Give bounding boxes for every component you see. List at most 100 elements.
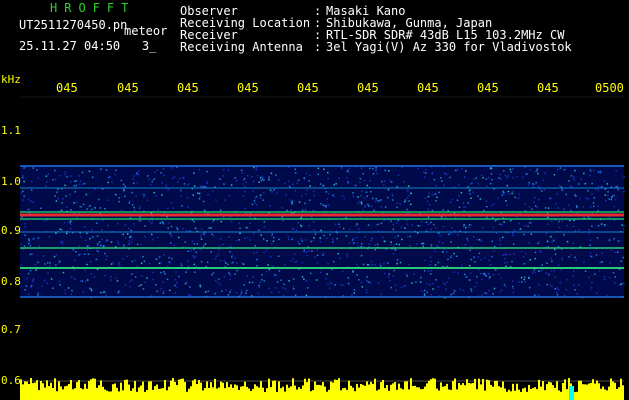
- noise-pixel: [442, 209, 444, 211]
- noise-pixel: [560, 269, 563, 271]
- noise-pixel: [92, 236, 94, 238]
- noise-pixel: [95, 258, 98, 261]
- noise-pixel: [499, 244, 501, 246]
- noise-pixel: [109, 176, 111, 178]
- amplitude-bar: [140, 385, 142, 400]
- noise-pixel: [512, 234, 514, 237]
- noise-pixel: [424, 289, 426, 292]
- noise-pixel: [107, 224, 109, 227]
- noise-pixel: [194, 271, 196, 273]
- noise-pixel: [311, 250, 313, 252]
- noise-pixel: [522, 176, 524, 179]
- noise-pixel: [320, 203, 322, 205]
- amplitude-bar: [228, 387, 230, 400]
- noise-pixel: [325, 191, 328, 193]
- noise-pixel: [90, 273, 92, 275]
- amplitude-bar: [86, 388, 88, 400]
- noise-pixel: [524, 203, 527, 206]
- noise-pixel: [21, 176, 24, 179]
- noise-pixel: [611, 195, 613, 197]
- noise-pixel: [430, 260, 432, 263]
- amplitude-bar: [292, 378, 294, 400]
- noise-pixel: [244, 208, 246, 210]
- amplitude-bar: [246, 386, 248, 400]
- noise-pixel: [138, 285, 140, 287]
- noise-pixel: [597, 225, 600, 227]
- noise-pixel: [252, 276, 254, 278]
- noise-pixel: [473, 178, 475, 180]
- time-tick: 0500: [595, 81, 624, 95]
- noise-pixel: [477, 183, 480, 185]
- noise-pixel: [100, 291, 102, 294]
- noise-pixel: [453, 230, 456, 232]
- noise-pixel: [426, 283, 428, 285]
- noise-pixel: [582, 206, 584, 208]
- noise-pixel: [540, 270, 543, 272]
- noise-pixel: [372, 167, 374, 170]
- noise-pixel: [572, 242, 575, 244]
- amplitude-bar: [394, 382, 396, 400]
- noise-pixel: [126, 255, 128, 258]
- noise-pixel: [425, 172, 427, 174]
- noise-pixel: [329, 282, 332, 284]
- noise-pixel: [55, 264, 57, 266]
- amplitude-bar: [256, 386, 258, 400]
- noise-pixel: [479, 198, 482, 200]
- noise-pixel: [563, 234, 565, 236]
- noise-pixel: [413, 273, 415, 275]
- amplitude-bar: [458, 383, 460, 400]
- noise-pixel: [199, 195, 201, 198]
- noise-pixel: [249, 222, 251, 224]
- noise-pixel: [303, 249, 305, 251]
- noise-pixel: [387, 188, 390, 191]
- amplitude-bar: [608, 386, 610, 400]
- noise-pixel: [608, 239, 611, 241]
- noise-pixel: [465, 170, 467, 172]
- noise-pixel: [375, 169, 378, 171]
- noise-pixel: [592, 202, 595, 204]
- noise-pixel: [548, 197, 550, 199]
- noise-pixel: [118, 200, 120, 203]
- noise-pixel: [601, 252, 603, 254]
- noise-pixel: [190, 249, 192, 252]
- noise-pixel: [329, 233, 331, 236]
- noise-pixel: [623, 225, 625, 227]
- noise-pixel: [408, 185, 410, 187]
- noise-pixel: [255, 195, 258, 198]
- noise-pixel: [294, 190, 296, 192]
- noise-pixel: [450, 201, 452, 203]
- noise-pixel: [86, 263, 88, 266]
- noise-pixel: [70, 227, 72, 230]
- noise-pixel: [163, 290, 165, 292]
- noise-pixel: [222, 243, 224, 246]
- noise-pixel: [46, 181, 48, 183]
- amplitude-bar: [424, 386, 426, 400]
- noise-pixel: [114, 173, 116, 176]
- noise-pixel: [49, 265, 51, 267]
- noise-pixel: [198, 198, 201, 200]
- amplitude-bar: [428, 380, 430, 400]
- noise-pixel: [132, 178, 134, 180]
- noise-pixel: [574, 289, 576, 291]
- noise-pixel: [509, 168, 512, 171]
- amplitude-bar: [524, 387, 526, 400]
- noise-pixel: [569, 219, 571, 222]
- amplitude-bar: [84, 383, 86, 400]
- noise-pixel: [251, 176, 253, 178]
- amplitude-bar: [598, 383, 600, 400]
- noise-pixel: [347, 182, 350, 185]
- noise-pixel: [140, 243, 142, 246]
- noise-pixel: [111, 181, 113, 183]
- noise-pixel: [375, 200, 377, 203]
- noise-pixel: [263, 221, 266, 223]
- noise-pixel: [223, 183, 225, 185]
- noise-pixel: [281, 216, 283, 218]
- amplitude-bar: [436, 388, 438, 400]
- noise-pixel: [131, 279, 133, 281]
- noise-pixel: [91, 208, 93, 211]
- noise-pixel: [617, 240, 620, 242]
- noise-pixel: [174, 284, 176, 287]
- amplitude-bar: [452, 381, 454, 400]
- frequency-unit-label: kHz: [1, 73, 21, 86]
- noise-pixel: [80, 206, 82, 208]
